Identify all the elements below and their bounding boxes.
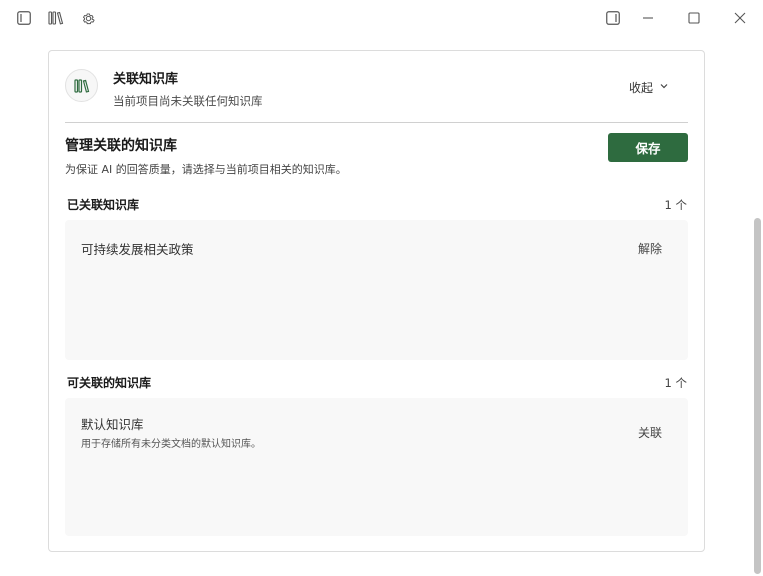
- card-header: 关联知识库 当前项目尚未关联任何知识库 收起: [49, 51, 704, 123]
- available-section-title: 可关联的知识库: [67, 376, 152, 390]
- linked-section-title: 已关联知识库: [67, 198, 140, 212]
- title-bar: [0, 0, 763, 36]
- manage-description: 为保证 AI 的回答质量，请选择与当前项目相关的知识库。: [65, 163, 347, 176]
- save-button[interactable]: 保存: [608, 133, 688, 162]
- available-list: 默认知识库 用于存储所有未分类文档的默认知识库。 关联: [65, 398, 688, 536]
- manage-title: 管理关联的知识库: [65, 138, 177, 154]
- available-count: 1 个: [664, 376, 687, 390]
- vertical-scrollbar[interactable]: [754, 218, 761, 574]
- available-item-name: 默认知识库: [81, 417, 144, 432]
- library-icon[interactable]: [47, 9, 65, 27]
- maximize-icon[interactable]: [685, 9, 703, 27]
- collapse-button[interactable]: 收起: [629, 78, 669, 96]
- card-title: 关联知识库: [113, 72, 179, 87]
- minimize-icon[interactable]: [639, 9, 657, 27]
- knowledge-base-card: 关联知识库 当前项目尚未关联任何知识库 收起 管理关联的知识库 为保证 AI 的…: [48, 50, 705, 552]
- link-button[interactable]: 关联: [638, 424, 662, 441]
- panel-toggle-icon[interactable]: [604, 9, 622, 27]
- chevron-down-icon: [659, 80, 669, 94]
- close-icon[interactable]: [731, 9, 749, 27]
- card-subtitle: 当前项目尚未关联任何知识库: [113, 94, 263, 108]
- linked-count: 1 个: [664, 198, 687, 212]
- unlink-button[interactable]: 解除: [638, 240, 662, 257]
- linked-list: 可持续发展相关政策 解除: [65, 220, 688, 360]
- settings-gear-icon[interactable]: [79, 9, 97, 27]
- library-avatar-icon: [65, 69, 98, 102]
- linked-item-name: 可持续发展相关政策: [81, 242, 194, 257]
- sidebar-toggle-icon[interactable]: [15, 9, 33, 27]
- collapse-label: 收起: [629, 80, 654, 95]
- available-item-description: 用于存储所有未分类文档的默认知识库。: [81, 439, 261, 450]
- header-divider: [65, 122, 688, 123]
